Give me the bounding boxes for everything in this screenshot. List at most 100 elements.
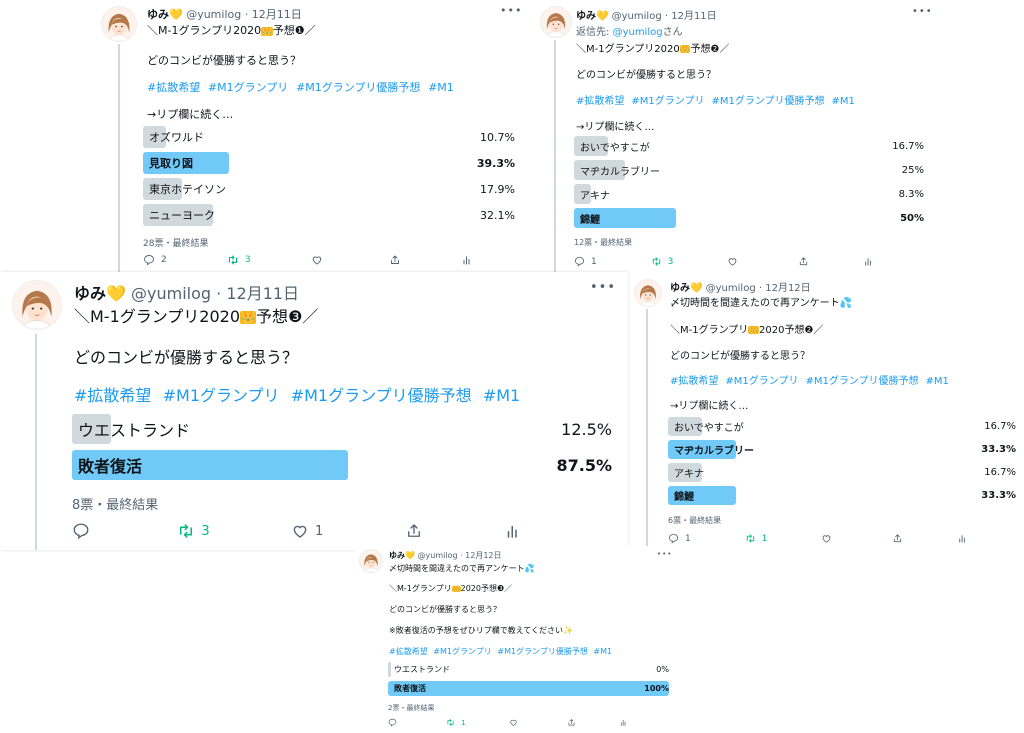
reply-action[interactable]: 1 xyxy=(574,256,597,267)
like-action[interactable] xyxy=(727,256,744,267)
author-name[interactable]: ゆみ xyxy=(670,283,690,294)
tweet-header: ゆみ💛 @yumilog · 12月12日 xyxy=(670,279,811,294)
share-action[interactable] xyxy=(389,254,401,266)
share-action[interactable] xyxy=(892,533,903,544)
reply-action[interactable] xyxy=(388,718,403,727)
like-action[interactable] xyxy=(509,718,524,727)
reply-action[interactable] xyxy=(72,522,96,540)
like-action[interactable] xyxy=(821,533,838,544)
tweet-2: ゆみ💛 @yumilog · 12月11日 ••• 返信先: @yumilogさ… xyxy=(528,0,953,272)
tweet-date[interactable]: · 12月12日 xyxy=(759,283,811,294)
author-name[interactable]: ゆみ xyxy=(576,11,596,22)
hashtag[interactable]: #M1グランプリ xyxy=(163,386,280,405)
like-action[interactable] xyxy=(311,254,329,266)
analytics-action[interactable] xyxy=(863,256,874,267)
tweet-title: ＼M-1グランプリ2020👑予想❶／ xyxy=(147,24,316,37)
author-handle[interactable]: @yumilog xyxy=(186,8,241,21)
reply-action[interactable]: 2 xyxy=(143,254,167,266)
more-icon[interactable]: ••• xyxy=(657,550,672,558)
analytics-action[interactable] xyxy=(504,522,522,540)
tweet-question: どのコンビが優勝すると思う？ xyxy=(147,54,301,67)
retweet-action[interactable]: 3 xyxy=(177,522,210,540)
tweet-question: どのコンビが優勝すると思う？ xyxy=(74,348,299,367)
tweet-title: ＼M-1グランプリ2020👑予想❸／ xyxy=(74,307,319,326)
retweet-count: 1 xyxy=(761,533,768,544)
hashtag[interactable]: #M1グランプリ xyxy=(725,376,798,387)
retweet-action[interactable]: 1 xyxy=(446,718,466,727)
analytics-action[interactable] xyxy=(957,533,968,544)
share-action[interactable] xyxy=(567,718,576,727)
like-action[interactable]: 1 xyxy=(291,522,323,540)
reply-action[interactable]: 1 xyxy=(668,533,691,544)
analytics-action[interactable] xyxy=(619,718,628,727)
hashtag[interactable]: #M1グランプリ xyxy=(631,96,704,107)
author-handle[interactable]: @yumilog xyxy=(612,11,662,22)
share-action[interactable] xyxy=(798,256,809,267)
hashtag[interactable]: #M1グランプリ優勝予想 xyxy=(497,647,587,656)
author-handle[interactable]: @yumilog xyxy=(706,283,756,294)
poll-option: ウエストランド 0% xyxy=(388,662,669,677)
avatar[interactable] xyxy=(540,6,572,38)
poll-option: 見取り図 39.3% xyxy=(143,152,515,174)
hashtag[interactable]: #M1グランプリ xyxy=(433,647,491,656)
tweet-header: ゆみ💛 @yumilog · 12月11日 xyxy=(147,6,302,22)
crown-emoji: 👑 xyxy=(261,26,273,36)
avatar[interactable] xyxy=(634,279,662,307)
hashtag[interactable]: #拡散希望 xyxy=(576,96,624,107)
reply-handle[interactable]: @yumilog xyxy=(613,27,663,38)
retweet-action[interactable]: 1 xyxy=(745,533,768,544)
hashtag[interactable]: #M1 xyxy=(832,96,855,107)
poll-meta: 2票・最終結果 xyxy=(388,704,435,712)
avatar[interactable] xyxy=(12,280,62,330)
analytics-action[interactable] xyxy=(461,254,473,266)
hashtag[interactable]: #M1グランプリ優勝予想 xyxy=(296,81,420,94)
tweet-pre: 〆切時間を間違えたので再アンケート💦 xyxy=(670,298,853,309)
avatar[interactable] xyxy=(359,549,383,573)
poll-meta: 6票・最終結果 xyxy=(668,516,722,525)
author-handle[interactable]: @yumilog xyxy=(418,551,458,560)
tweet-question: どのコンビが優勝すると思う？ xyxy=(576,70,716,81)
author-handle[interactable]: @yumilog xyxy=(131,284,211,303)
tweet-question: どのコンビが優勝すると思う？ xyxy=(670,351,810,362)
poll-option: おいでやすこが 16.7% xyxy=(574,136,924,156)
reply-icon xyxy=(72,522,90,540)
action-bar: 23 xyxy=(143,254,473,266)
more-icon[interactable]: ••• xyxy=(912,6,933,17)
hashtag[interactable]: #M1グランプリ優勝予想 xyxy=(711,96,824,107)
more-icon[interactable]: ••• xyxy=(590,280,616,295)
author-name[interactable]: ゆみ xyxy=(147,8,169,21)
avatar-illustration xyxy=(102,7,136,41)
retweet-action[interactable]: 3 xyxy=(227,254,251,266)
hashtag[interactable]: #M1グランプリ優勝予想 xyxy=(805,376,918,387)
like-icon xyxy=(311,254,323,266)
share-action[interactable] xyxy=(405,522,423,540)
hashtag[interactable]: #M1グランプリ優勝予想 xyxy=(291,386,472,405)
hashtag[interactable]: #拡散希望 xyxy=(74,386,151,405)
heart-emoji: 💛 xyxy=(106,284,126,303)
tweet-date[interactable]: · 12月11日 xyxy=(665,11,717,22)
share-icon xyxy=(405,522,423,540)
tweet-note: ※敗者復活の予想をぜひリプ欄で教えてください✨ xyxy=(389,626,574,635)
hashtag[interactable]: #M1 xyxy=(428,81,454,94)
analytics-icon xyxy=(504,522,522,540)
like-icon xyxy=(291,522,309,540)
tweet-date[interactable]: · 12月11日 xyxy=(245,8,302,21)
hashtag[interactable]: #拡散希望 xyxy=(389,647,428,656)
more-icon[interactable]: ••• xyxy=(500,4,520,17)
reply-icon xyxy=(668,533,679,544)
avatar[interactable] xyxy=(101,6,137,42)
hashtag[interactable]: #M1グランプリ xyxy=(208,81,288,94)
hashtag[interactable]: #M1 xyxy=(926,376,949,387)
retweet-action[interactable]: 3 xyxy=(651,256,673,267)
hashtag[interactable]: #拡散希望 xyxy=(147,81,200,94)
tweet-date[interactable]: · 12月11日 xyxy=(216,284,299,303)
like-icon xyxy=(821,533,832,544)
tweet-3: ゆみ💛 @yumilog · 12月11日 ••• ＼M-1グランプリ2020👑… xyxy=(0,272,628,550)
author-name[interactable]: ゆみ xyxy=(389,551,405,560)
hashtag[interactable]: #M1 xyxy=(483,386,520,405)
hashtag[interactable]: #拡散希望 xyxy=(670,376,718,387)
hashtag[interactable]: #M1 xyxy=(593,647,612,656)
author-name[interactable]: ゆみ xyxy=(74,284,106,303)
retweet-icon xyxy=(446,718,455,727)
tweet-date[interactable]: · 12月12日 xyxy=(460,551,501,560)
